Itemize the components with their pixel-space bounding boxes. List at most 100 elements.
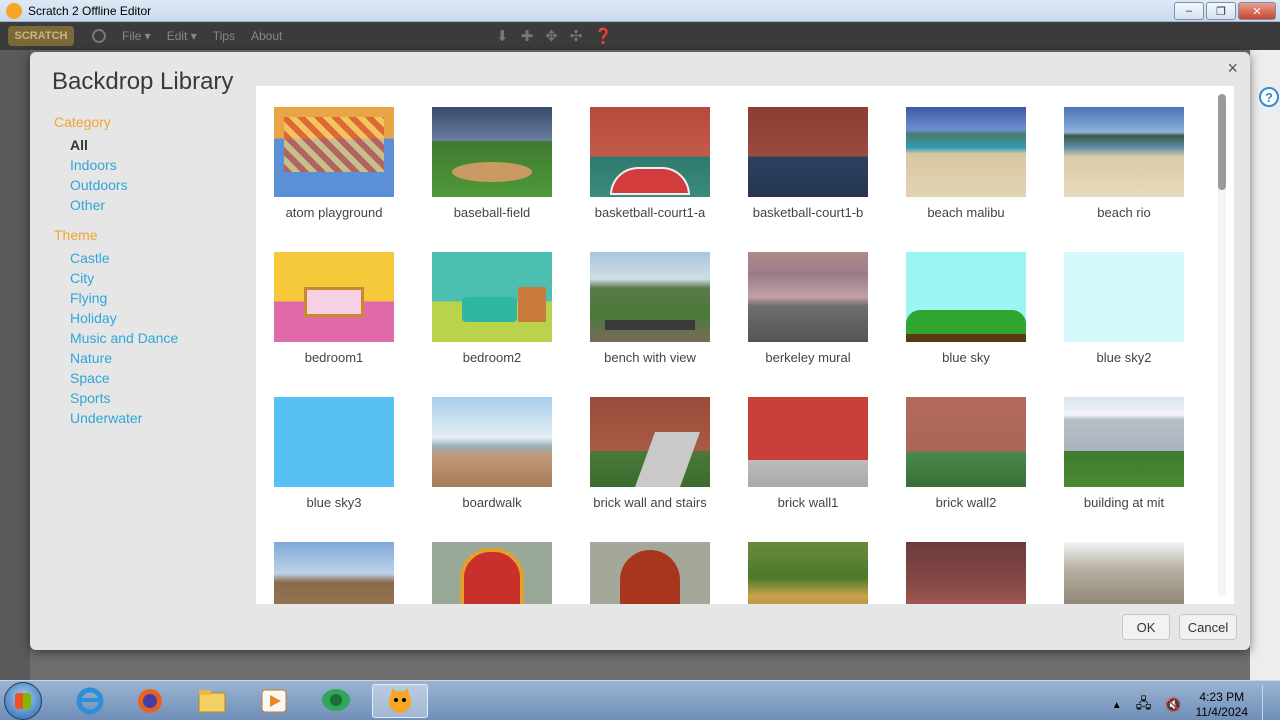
internet-explorer-icon[interactable]	[64, 684, 116, 718]
backdrop-tile[interactable]: blue sky3	[264, 397, 404, 527]
ok-button[interactable]: OK	[1122, 614, 1170, 640]
taskbar: ▲ 🖧 🔇 4:23 PM 11/4/2024	[0, 680, 1280, 720]
backdrop-tile[interactable]: bench with view	[580, 252, 720, 382]
delete-tool-icon[interactable]: ✚	[521, 27, 534, 45]
menu-edit[interactable]: Edit ▾	[167, 29, 197, 43]
tray-expand-icon[interactable]: ▲	[1112, 700, 1122, 711]
file-explorer-icon[interactable]	[186, 684, 238, 718]
backdrop-thumbnail	[1064, 107, 1184, 197]
backdrop-tile[interactable]: boardwalk	[422, 397, 562, 527]
category-outdoors[interactable]: Outdoors	[70, 175, 254, 195]
grow-tool-icon[interactable]: ✥	[545, 27, 558, 45]
backdrop-tile[interactable]: bedroom2	[422, 252, 562, 382]
backdrop-tile[interactable]: brick wall and stairs	[580, 397, 720, 527]
media-player-icon[interactable]	[248, 684, 300, 718]
backdrop-tile[interactable]: atom playground	[264, 107, 404, 237]
backdrop-thumbnail	[1064, 252, 1184, 342]
backdrop-thumbnail	[590, 107, 710, 197]
theme-nature[interactable]: Nature	[70, 348, 254, 368]
backdrop-label: blue sky3	[306, 495, 362, 510]
backdrop-thumbnail	[274, 397, 394, 487]
backdrop-tile[interactable]	[1054, 542, 1194, 604]
category-other[interactable]: Other	[70, 195, 254, 215]
backdrop-tile[interactable]: basketball-court1-a	[580, 107, 720, 237]
backdrop-label: bedroom2	[462, 350, 522, 365]
scratch-logo[interactable]: SCRATCH	[8, 26, 74, 46]
category-all[interactable]: All	[70, 135, 254, 155]
library-sidebar: Category All Indoors Outdoors Other Them…	[54, 114, 254, 428]
backdrop-tile[interactable]	[422, 542, 562, 604]
language-globe-icon[interactable]	[92, 29, 106, 43]
backdrop-tile[interactable]	[580, 542, 720, 604]
backdrop-tile[interactable]: brick wall1	[738, 397, 878, 527]
backdrop-tile[interactable]: beach malibu	[896, 107, 1036, 237]
backdrop-label: brick wall and stairs	[593, 495, 707, 510]
theme-flying[interactable]: Flying	[70, 288, 254, 308]
theme-heading: Theme	[54, 227, 98, 243]
category-indoors[interactable]: Indoors	[70, 155, 254, 175]
help-icon[interactable]: ?	[1259, 87, 1279, 107]
scratch-taskbar-icon[interactable]	[372, 684, 428, 718]
minimize-button[interactable]: –	[1174, 2, 1204, 20]
dialog-close-icon[interactable]: ×	[1227, 58, 1238, 79]
backdrop-label: atom playground	[285, 205, 383, 220]
backdrop-thumbnail	[590, 542, 710, 604]
backdrop-thumbnail	[274, 252, 394, 342]
backdrop-label: berkeley mural	[765, 350, 851, 365]
backdrop-tile[interactable]	[264, 542, 404, 604]
backdrop-tile[interactable]: baseball-field	[422, 107, 562, 237]
scratch-menubar: SCRATCH File ▾ Edit ▾ Tips About ⬇ ✚ ✥ ✣…	[0, 22, 1280, 50]
chat-app-icon[interactable]	[310, 684, 362, 718]
backdrop-thumbnail	[432, 542, 552, 604]
maximize-button[interactable]: ❐	[1206, 2, 1236, 20]
duplicate-tool-icon[interactable]: ⬇	[496, 27, 509, 45]
backdrop-tile[interactable]: brick wall2	[896, 397, 1036, 527]
grid-scrollbar[interactable]	[1218, 94, 1226, 596]
backdrop-tile[interactable]: building at mit	[1054, 397, 1194, 527]
firefox-icon[interactable]	[124, 684, 176, 718]
help-tool-icon[interactable]: ❓	[594, 27, 613, 45]
theme-music-and-dance[interactable]: Music and Dance	[70, 328, 254, 348]
shrink-tool-icon[interactable]: ✣	[570, 27, 583, 45]
backdrop-tile[interactable]: blue sky2	[1054, 252, 1194, 382]
theme-city[interactable]: City	[70, 268, 254, 288]
clock[interactable]: 4:23 PM 11/4/2024	[1196, 690, 1249, 720]
backdrop-thumbnail	[748, 252, 868, 342]
backdrop-label: bench with view	[604, 350, 696, 365]
cancel-button[interactable]: Cancel	[1179, 614, 1237, 640]
menu-about[interactable]: About	[251, 29, 282, 43]
backdrop-tile[interactable]	[738, 542, 878, 604]
grid-scroll-thumb[interactable]	[1218, 94, 1226, 190]
volume-muted-icon[interactable]: 🔇	[1165, 697, 1181, 713]
window-title: Scratch 2 Offline Editor	[28, 3, 152, 18]
clock-time: 4:23 PM	[1199, 690, 1245, 704]
theme-holiday[interactable]: Holiday	[70, 308, 254, 328]
backdrop-tile[interactable]	[896, 542, 1036, 604]
window-close-button[interactable]: ✕	[1238, 2, 1276, 20]
theme-space[interactable]: Space	[70, 368, 254, 388]
start-button[interactable]	[4, 682, 42, 720]
backdrop-tile[interactable]: berkeley mural	[738, 252, 878, 382]
menu-tips[interactable]: Tips	[213, 29, 235, 43]
network-icon[interactable]: 🖧	[1136, 693, 1152, 717]
backdrop-thumbnail	[748, 542, 868, 604]
theme-castle[interactable]: Castle	[70, 248, 254, 268]
backdrop-library-dialog: Backdrop Library × Category All Indoors …	[30, 52, 1250, 650]
backdrop-tile[interactable]: blue sky	[896, 252, 1036, 382]
backdrop-tile[interactable]: basketball-court1-b	[738, 107, 878, 237]
backdrop-grid: atom playground baseball-field basketbal…	[256, 86, 1234, 604]
backdrop-tile[interactable]: bedroom1	[264, 252, 404, 382]
backdrop-thumbnail	[432, 252, 552, 342]
theme-sports[interactable]: Sports	[70, 388, 254, 408]
menu-file[interactable]: File ▾	[122, 29, 151, 43]
show-desktop-button[interactable]	[1262, 685, 1272, 720]
backdrop-label: building at mit	[1083, 495, 1165, 510]
backdrop-tile[interactable]: beach rio	[1054, 107, 1194, 237]
backdrop-label: blue sky2	[1096, 350, 1152, 365]
backdrop-label: brick wall1	[777, 495, 839, 510]
backdrop-thumbnail	[906, 397, 1026, 487]
theme-underwater[interactable]: Underwater	[70, 408, 254, 428]
backdrop-thumbnail	[906, 107, 1026, 197]
backdrop-thumbnail	[1064, 397, 1184, 487]
backdrop-thumbnail	[748, 107, 868, 197]
